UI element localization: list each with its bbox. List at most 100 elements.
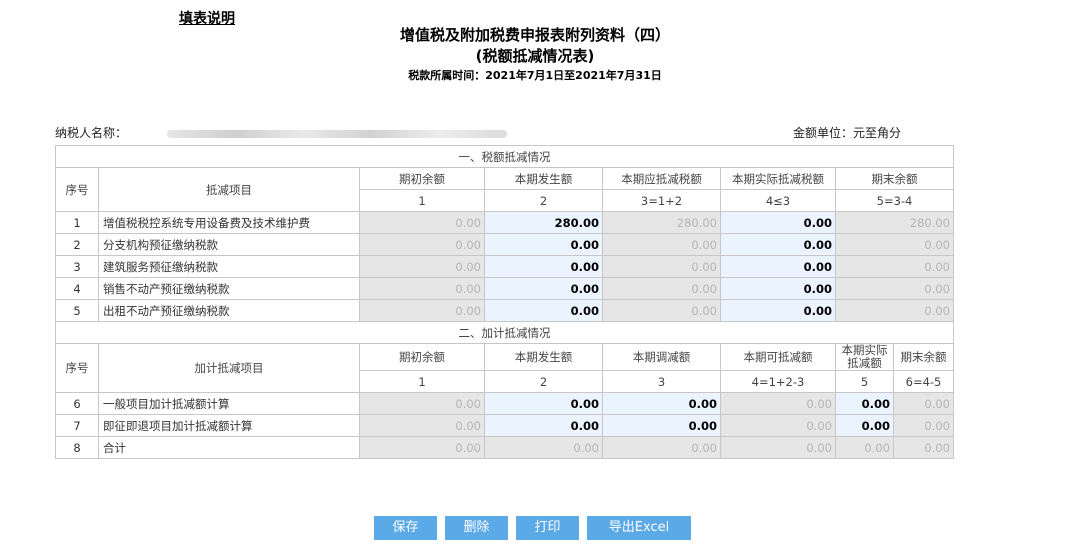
delete-button[interactable]: 删除	[445, 516, 508, 540]
actual-deduction-input[interactable]: 0.00	[835, 414, 894, 437]
row-label: 销售不动产预征缴纳税款	[98, 277, 360, 300]
formula-cell: 1	[359, 189, 485, 212]
opening-balance-cell: 0.00	[359, 299, 485, 322]
col-header: 期初余额	[359, 343, 485, 371]
current-amount-input[interactable]: 0.00	[484, 299, 603, 322]
current-amount-input[interactable]: 280.00	[484, 211, 603, 234]
deduction-table: 一、税额抵减情况 序号 抵减项目 期初余额 本期发生额 本期应抵减税额 本期实际…	[55, 145, 954, 459]
col-header-item: 抵减项目	[98, 167, 360, 212]
row-label: 即征即退项目加计抵减额计算	[98, 414, 360, 437]
deductible-tax-cell: 280.00	[602, 211, 721, 234]
formula-cell: 4=1+2-3	[720, 370, 836, 393]
row-number: 2	[55, 233, 99, 256]
actual-deduction-input[interactable]: 0.00	[720, 277, 836, 300]
adjustment-input[interactable]: 0.00	[602, 392, 721, 415]
table-row: 1 增值税税控系统专用设备费及技术维护费 0.00 280.00 280.00 …	[55, 211, 954, 234]
actual-deduction-input[interactable]: 0.00	[720, 211, 836, 234]
col-header: 本期发生额	[484, 167, 603, 190]
opening-balance-cell: 0.00	[359, 233, 485, 256]
closing-balance-cell: 0.00	[835, 277, 954, 300]
opening-balance-cell: 0.00	[359, 277, 485, 300]
formula-cell: 1	[359, 370, 485, 393]
formula-cell: 5	[835, 370, 894, 393]
current-amount-input[interactable]: 0.00	[484, 255, 603, 278]
table-row: 4 销售不动产预征缴纳税款 0.00 0.00 0.00 0.00 0.00	[55, 277, 954, 300]
current-amount-input[interactable]: 0.00	[484, 414, 603, 437]
opening-balance-cell: 0.00	[359, 211, 485, 234]
col-header-no: 序号	[55, 343, 99, 393]
actual-deduction-input[interactable]: 0.00	[720, 255, 836, 278]
actual-deduction-cell: 0.00	[835, 436, 894, 459]
taxpayer-name-redacted	[167, 129, 508, 138]
table-row: 6 一般项目加计抵减额计算 0.00 0.00 0.00 0.00 0.00 0…	[55, 392, 954, 415]
adjustment-cell: 0.00	[602, 436, 721, 459]
closing-balance-cell: 0.00	[893, 414, 954, 437]
closing-balance-cell: 0.00	[835, 233, 954, 256]
taxpayer-label: 纳税人名称：	[55, 126, 128, 140]
deductible-tax-cell: 0.00	[602, 233, 721, 256]
formula-cell: 6=4-5	[893, 370, 954, 393]
save-button[interactable]: 保存	[374, 516, 437, 540]
form-subtitle: (税额抵减情况表)	[475, 47, 595, 65]
adjustment-input[interactable]: 0.00	[602, 414, 721, 437]
row-label: 增值税税控系统专用设备费及技术维护费	[98, 211, 360, 234]
actual-deduction-input[interactable]: 0.00	[720, 233, 836, 256]
section1-title: 一、税额抵减情况	[55, 145, 954, 168]
tax-period: 税款所属时间：2021年7月1日至2021年7月31日	[408, 69, 662, 82]
opening-balance-cell: 0.00	[359, 414, 485, 437]
export-excel-button[interactable]: 导出Excel	[587, 516, 691, 540]
table-row: 5 出租不动产预征缴纳税款 0.00 0.00 0.00 0.00 0.00	[55, 299, 954, 322]
opening-balance-cell: 0.00	[359, 392, 485, 415]
closing-balance-cell: 0.00	[835, 255, 954, 278]
actual-deduction-input[interactable]: 0.00	[720, 299, 836, 322]
formula-cell: 2	[484, 189, 603, 212]
section2-title: 二、加计抵减情况	[55, 321, 954, 344]
current-amount-input[interactable]: 0.00	[484, 277, 603, 300]
col-header: 本期调减额	[602, 343, 721, 371]
table-row: 8 合计 0.00 0.00 0.00 0.00 0.00 0.00	[55, 436, 954, 459]
row-number: 5	[55, 299, 99, 322]
deductible-tax-cell: 0.00	[602, 299, 721, 322]
formula-cell: 5=3-4	[835, 189, 954, 212]
current-amount-input[interactable]: 0.00	[484, 233, 603, 256]
row-number: 1	[55, 211, 99, 234]
deductible-tax-cell: 0.00	[602, 255, 721, 278]
row-number: 4	[55, 277, 99, 300]
col-header-item: 加计抵减项目	[98, 343, 360, 393]
opening-balance-cell: 0.00	[359, 255, 485, 278]
closing-balance-cell: 0.00	[893, 436, 954, 459]
row-label: 建筑服务预征缴纳税款	[98, 255, 360, 278]
row-label: 出租不动产预征缴纳税款	[98, 299, 360, 322]
table-row: 7 即征即退项目加计抵减额计算 0.00 0.00 0.00 0.00 0.00…	[55, 414, 954, 437]
unit-label: 金额单位：元至角分	[793, 126, 902, 140]
closing-balance-cell: 0.00	[835, 299, 954, 322]
col-header-no: 序号	[55, 167, 99, 212]
col-header: 期初余额	[359, 167, 485, 190]
deductible-amount-cell: 0.00	[720, 414, 836, 437]
col-header: 期末余额	[893, 343, 954, 371]
form-title: 增值税及附加税费申报表附列资料（四）	[399, 26, 670, 44]
row-label: 一般项目加计抵减额计算	[98, 392, 360, 415]
row-number: 7	[55, 414, 99, 437]
current-amount-input[interactable]: 0.00	[484, 392, 603, 415]
col-header: 本期发生额	[484, 343, 603, 371]
formula-cell: 4≤3	[720, 189, 836, 212]
deductible-amount-cell: 0.00	[720, 436, 836, 459]
actual-deduction-input[interactable]: 0.00	[835, 392, 894, 415]
current-amount-cell: 0.00	[484, 436, 603, 459]
row-number: 8	[55, 436, 99, 459]
closing-balance-cell: 0.00	[893, 392, 954, 415]
table-row: 3 建筑服务预征缴纳税款 0.00 0.00 0.00 0.00 0.00	[55, 255, 954, 278]
formula-cell: 3=1+2	[602, 189, 721, 212]
opening-balance-cell: 0.00	[359, 436, 485, 459]
row-label: 分支机构预征缴纳税款	[98, 233, 360, 256]
deductible-amount-cell: 0.00	[720, 392, 836, 415]
deductible-tax-cell: 0.00	[602, 277, 721, 300]
table-row: 2 分支机构预征缴纳税款 0.00 0.00 0.00 0.00 0.00	[55, 233, 954, 256]
formula-cell: 3	[602, 370, 721, 393]
formula-cell: 2	[484, 370, 603, 393]
col-header: 本期应抵减税额	[602, 167, 721, 190]
taxpayer-name-row: 纳税人名称：	[55, 124, 508, 141]
print-button[interactable]: 打印	[516, 516, 579, 540]
col-header: 本期实际抵减税额	[720, 167, 836, 190]
